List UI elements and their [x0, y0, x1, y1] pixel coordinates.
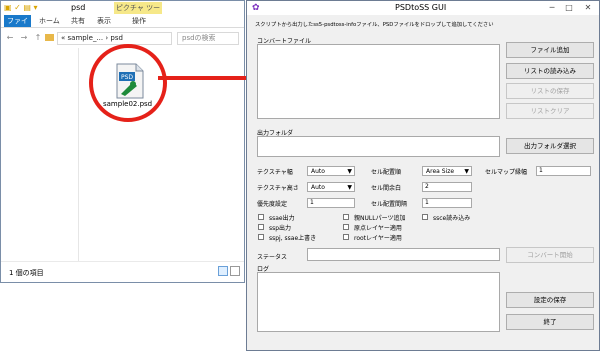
- cellmap-border-value: 1: [539, 167, 543, 174]
- checkbox-box[interactable]: [343, 214, 349, 220]
- texture-height-select[interactable]: Auto ▼: [307, 182, 355, 192]
- cell-order-select[interactable]: Area Size ▼: [422, 166, 472, 176]
- start-convert-button[interactable]: コンバート開始: [506, 247, 594, 263]
- priority-value: 1: [310, 199, 314, 206]
- large-icons-view-icon[interactable]: [230, 266, 240, 276]
- texture-height-value: Auto: [311, 184, 325, 191]
- explorer-window: ▣ ✓ ▤ ▾ psd ピクチャ ツール ファイル ホーム 共有 表示 操作 ←…: [0, 0, 245, 283]
- cell-order-value: Area Size: [426, 168, 455, 175]
- highlight-circle: [89, 44, 167, 122]
- maximize-icon[interactable]: □: [561, 2, 577, 13]
- psdtoss-window: ✿ PSDtoSS GUI ─ □ ✕ スクリプトから出力したss5-psdto…: [246, 0, 600, 351]
- tab-file[interactable]: ファイル: [4, 15, 31, 37]
- ssce-load-checkbox[interactable]: ssce読み込み: [422, 213, 492, 222]
- search-input[interactable]: psdの検索: [177, 32, 239, 45]
- cell-margin-input[interactable]: 2: [422, 182, 472, 192]
- chevron-down-icon: ▼: [347, 168, 352, 175]
- ssae-output-checkbox[interactable]: ssae出力: [258, 213, 318, 222]
- cell-margin-value: 2: [425, 183, 429, 190]
- null-parts-checkbox[interactable]: 親NULLパーツ追加: [343, 213, 423, 222]
- ssae-output-label: ssae出力: [269, 215, 295, 222]
- status-field: [307, 248, 500, 261]
- cell-order-label: セル配置順: [371, 169, 402, 176]
- cell-spacing-value: 1: [425, 199, 429, 206]
- select-output-folder-button[interactable]: 出力フォルダ選択: [506, 138, 594, 154]
- cell-spacing-input[interactable]: 1: [422, 198, 472, 208]
- explorer-ribbon: ファイル ホーム 共有 表示 操作: [1, 14, 244, 37]
- picture-tools-label: ピクチャ ツール: [114, 2, 162, 24]
- close-icon[interactable]: ✕: [580, 2, 596, 13]
- output-folder-field[interactable]: [257, 136, 500, 157]
- clear-list-button[interactable]: リストクリア: [506, 103, 594, 119]
- instruction-text: スクリプトから出力したss5-psdtoss-infoファイル、PSDファイルを…: [255, 22, 494, 28]
- cellmap-border-input[interactable]: 1: [536, 166, 591, 176]
- texture-width-value: Auto: [311, 168, 325, 175]
- save-settings-button[interactable]: 設定の保存: [506, 292, 594, 308]
- checkbox-box[interactable]: [422, 214, 428, 220]
- tab-manage[interactable]: 操作: [132, 15, 146, 27]
- texture-height-label: テクスチャ高さ: [257, 185, 299, 192]
- item-count-text: 1 個の項目: [9, 269, 44, 277]
- texture-width-label: テクスチャ幅: [257, 169, 293, 176]
- quick-access-icons[interactable]: ▣ ✓ ▤ ▾: [4, 3, 37, 12]
- exit-button[interactable]: 終了: [506, 314, 594, 330]
- app-title: PSDtoSS GUI: [395, 3, 447, 12]
- minimize-icon[interactable]: ─: [544, 2, 560, 13]
- checkbox-box[interactable]: [258, 214, 264, 220]
- priority-label: 優先度設定: [257, 201, 288, 208]
- checkbox-box[interactable]: [343, 234, 349, 240]
- cell-margin-label: セル間余白: [371, 185, 402, 192]
- null-parts-label: 親NULLパーツ追加: [354, 215, 406, 222]
- status-label: ステータス: [257, 254, 288, 261]
- navigation-pane[interactable]: [1, 48, 79, 261]
- overwrite-checkbox[interactable]: sspj, ssae上書き: [258, 233, 338, 242]
- explorer-titlebar: ▣ ✓ ▤ ▾ psd ピクチャ ツール: [1, 1, 244, 24]
- cell-spacing-label: セル配置間隔: [371, 201, 408, 208]
- save-list-button[interactable]: リストの保存: [506, 83, 594, 99]
- root-layer-label: rootレイヤー適用: [354, 235, 402, 242]
- tab-home[interactable]: ホーム: [39, 15, 60, 27]
- cellmap-border-label: セルマップ縁幅: [485, 169, 528, 176]
- app-logo-icon: ✿: [252, 3, 260, 13]
- origin-layer-checkbox[interactable]: 原点レイヤー適用: [343, 223, 423, 232]
- tab-view[interactable]: 表示: [97, 15, 111, 27]
- root-layer-checkbox[interactable]: rootレイヤー適用: [343, 233, 423, 242]
- tab-share[interactable]: 共有: [71, 15, 85, 27]
- forward-icon[interactable]: →: [19, 33, 29, 43]
- ssp-output-checkbox[interactable]: ssp出力: [258, 223, 318, 232]
- explorer-window-title: psd: [71, 3, 86, 12]
- checkbox-box[interactable]: [343, 224, 349, 230]
- add-file-button[interactable]: ファイル追加: [506, 42, 594, 58]
- origin-layer-label: 原点レイヤー適用: [354, 225, 402, 232]
- texture-width-select[interactable]: Auto ▼: [307, 166, 355, 176]
- details-view-icon[interactable]: [218, 266, 228, 276]
- priority-input[interactable]: 1: [307, 198, 355, 208]
- convert-file-list[interactable]: [257, 44, 500, 119]
- up-icon[interactable]: ↑: [33, 33, 43, 43]
- checkbox-box[interactable]: [258, 234, 264, 240]
- checkbox-box[interactable]: [258, 224, 264, 230]
- folder-icon: [45, 34, 54, 41]
- psdtoss-titlebar: ✿ PSDtoSS GUI ─ □ ✕: [247, 1, 599, 15]
- chevron-down-icon: ▼: [464, 168, 469, 175]
- back-icon[interactable]: ←: [5, 33, 15, 43]
- overwrite-label: sspj, ssae上書き: [269, 235, 317, 242]
- ssp-output-label: ssp出力: [269, 225, 292, 232]
- explorer-statusbar: 1 個の項目: [1, 261, 244, 282]
- chevron-down-icon: ▼: [347, 184, 352, 191]
- address-bar[interactable]: « sample_... › psd: [57, 32, 172, 45]
- log-area[interactable]: [257, 272, 500, 332]
- ssce-load-label: ssce読み込み: [433, 215, 471, 222]
- load-list-button[interactable]: リストの読み込み: [506, 63, 594, 79]
